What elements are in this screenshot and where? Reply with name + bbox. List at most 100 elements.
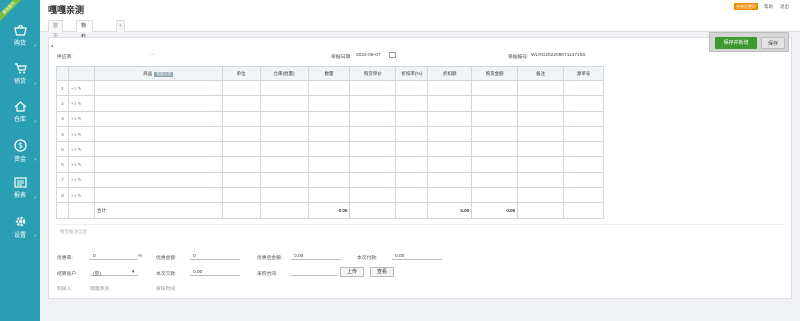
table-cell[interactable] — [395, 125, 429, 143]
table-cell[interactable] — [395, 171, 429, 189]
table-cell[interactable] — [259, 110, 309, 127]
table-cell[interactable] — [427, 95, 473, 112]
table-cell[interactable] — [259, 187, 309, 204]
table-cell[interactable] — [93, 95, 223, 112]
table-cell[interactable] — [517, 187, 564, 204]
date-field[interactable]: 2022-09-07 — [356, 53, 381, 58]
table-cell[interactable] — [93, 171, 223, 189]
save-button[interactable]: 保存 — [761, 37, 785, 49]
table-cell[interactable] — [93, 110, 223, 127]
table-cell[interactable] — [395, 95, 429, 112]
table-cell[interactable] — [93, 125, 223, 143]
table-cell[interactable] — [471, 125, 519, 143]
table-cell[interactable] — [349, 156, 397, 173]
table-cell[interactable] — [517, 95, 564, 112]
table-cell[interactable] — [471, 171, 519, 189]
table-cell[interactable] — [259, 95, 309, 112]
table-cell[interactable] — [563, 156, 604, 173]
table-cell[interactable] — [471, 79, 519, 97]
table-cell[interactable] — [349, 125, 397, 143]
sidebar-item-sales[interactable]: 销货 › — [0, 60, 40, 90]
tab-purchase-order[interactable]: 物料预购× — [76, 20, 93, 73]
table-cell[interactable] — [395, 156, 429, 173]
table-cell[interactable] — [349, 187, 397, 204]
table-cell[interactable] — [307, 125, 351, 143]
table-cell[interactable] — [93, 141, 223, 158]
table-cell[interactable] — [349, 79, 397, 97]
table-cell[interactable] — [349, 110, 397, 127]
table-cell[interactable] — [307, 171, 351, 189]
tab-home[interactable]: 首页 — [48, 20, 64, 40]
table-cell[interactable] — [427, 187, 473, 204]
table-cell[interactable] — [259, 141, 309, 158]
row-actions[interactable]: + ≡ ✎ — [67, 171, 95, 189]
table-cell[interactable] — [307, 110, 351, 127]
table-cell[interactable] — [517, 79, 564, 97]
table-cell[interactable] — [563, 125, 604, 143]
table-cell[interactable] — [259, 125, 309, 143]
supplier-picker[interactable]: ··· — [150, 53, 155, 58]
calendar-icon[interactable] — [389, 52, 396, 58]
row-actions[interactable]: + ≡ ✎ — [67, 187, 95, 204]
table-cell[interactable] — [221, 79, 261, 97]
help-link[interactable]: 帮助 — [764, 3, 773, 10]
table-cell[interactable] — [93, 156, 223, 173]
row-actions[interactable]: + ≡ ✎ — [67, 79, 95, 97]
table-cell[interactable] — [221, 141, 261, 158]
table-cell[interactable] — [307, 95, 351, 112]
table-cell[interactable] — [307, 141, 351, 158]
table-cell[interactable] — [427, 125, 473, 143]
table-cell[interactable] — [427, 171, 473, 189]
memo-area[interactable]: 暂无备注信息 — [56, 224, 784, 244]
table-cell[interactable] — [349, 171, 397, 189]
arrears-input[interactable]: 0.00 — [190, 268, 240, 276]
table-cell[interactable] — [259, 171, 309, 189]
table-cell[interactable] — [563, 141, 604, 158]
table-cell[interactable] — [563, 79, 604, 97]
table-cell[interactable] — [471, 95, 519, 112]
table-cell[interactable] — [427, 110, 473, 127]
table-cell[interactable] — [221, 171, 261, 189]
table-cell[interactable] — [395, 79, 429, 97]
table-cell[interactable] — [259, 156, 309, 173]
account-select[interactable]: (空) ▾ — [90, 268, 138, 277]
view-button[interactable]: 查看 — [370, 267, 394, 277]
table-cell[interactable] — [517, 110, 564, 127]
row-actions[interactable]: + ≡ ✎ — [67, 110, 95, 127]
table-cell[interactable] — [471, 110, 519, 127]
table-cell[interactable] — [307, 156, 351, 173]
after-discount-input[interactable]: 0.00 — [291, 252, 341, 260]
sidebar-item-warehouse[interactable]: 仓库 › — [0, 98, 40, 128]
table-cell[interactable] — [517, 171, 564, 189]
upload-button[interactable]: 上传 — [340, 267, 364, 277]
table-cell[interactable] — [563, 95, 604, 112]
logout-link[interactable]: 退出 — [780, 3, 789, 10]
row-actions[interactable]: + ≡ ✎ — [67, 95, 95, 112]
paid-input[interactable]: 0.00 — [392, 252, 442, 260]
table-cell[interactable] — [395, 110, 429, 127]
row-actions[interactable]: + ≡ ✎ — [67, 125, 95, 143]
batch-add-button[interactable]: 批量添加 — [154, 71, 174, 77]
table-cell[interactable] — [349, 141, 397, 158]
sidebar-item-purchase[interactable]: 购货 › — [0, 22, 40, 52]
table-cell[interactable] — [563, 110, 604, 127]
table-cell[interactable] — [563, 187, 604, 204]
table-cell[interactable] — [471, 156, 519, 173]
discount-rate-input[interactable]: 0 — [90, 252, 138, 260]
sidebar-item-settings[interactable]: 设置 › — [0, 212, 40, 242]
table-cell[interactable] — [221, 110, 261, 127]
row-actions[interactable]: + ≡ ✎ — [67, 141, 95, 158]
table-cell[interactable] — [471, 141, 519, 158]
table-cell[interactable] — [221, 95, 261, 112]
table-cell[interactable] — [427, 141, 473, 158]
table-cell[interactable] — [221, 125, 261, 143]
table-cell[interactable] — [221, 187, 261, 204]
table-cell[interactable] — [471, 187, 519, 204]
table-cell[interactable] — [259, 79, 309, 97]
table-cell[interactable] — [221, 156, 261, 173]
table-cell[interactable] — [563, 171, 604, 189]
sidebar-item-funds[interactable]: $ 资金 › — [0, 136, 40, 166]
table-cell[interactable] — [93, 187, 223, 204]
tab-add-button[interactable]: + — [116, 20, 125, 32]
system-badge[interactable]: 系统设置好 — [734, 3, 758, 10]
